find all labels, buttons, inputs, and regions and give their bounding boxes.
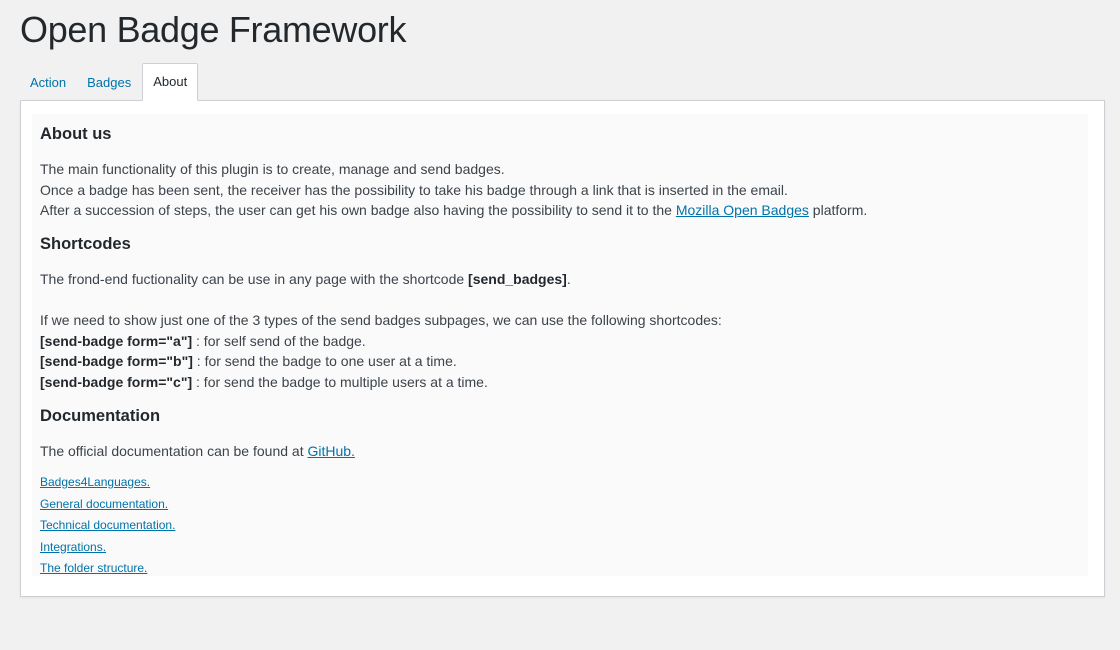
shortcode-desc: : for send the badge to one user at a ti… <box>192 353 457 369</box>
about-panel: About us The main functionality of this … <box>20 100 1105 597</box>
shortcode-send-badges: [send_badges] <box>468 271 567 287</box>
folder-structure-link[interactable]: The folder structure. <box>40 558 440 580</box>
shortcodes-list-intro: If we need to show just one of the 3 typ… <box>40 312 722 328</box>
about-us-text: The main functionality of this plugin is… <box>40 159 1080 221</box>
tab-badges[interactable]: Badges <box>77 65 141 101</box>
page: Open Badge Framework Action Badges About… <box>0 0 1120 650</box>
shortcodes-list: If we need to show just one of the 3 typ… <box>40 310 1080 392</box>
tab-about[interactable]: About <box>142 63 199 101</box>
about-line-3: After a succession of steps, the user ca… <box>40 200 1080 221</box>
about-line-3-text: After a succession of steps, the user ca… <box>40 202 676 218</box>
tab-action[interactable]: Action <box>20 65 76 101</box>
technical-documentation-link[interactable]: Technical documentation. <box>40 515 440 537</box>
about-content: About us The main functionality of this … <box>32 114 1088 576</box>
shortcode-code: [send-badge form="b"] <box>40 353 193 369</box>
shortcode-item: [send-badge form="a"] : for self send of… <box>40 331 1080 352</box>
documentation-intro: The official documentation can be found … <box>40 441 1080 462</box>
mozilla-open-badges-link[interactable]: Mozilla Open Badges <box>676 202 809 218</box>
shortcode-item: [send-badge form="c"] : for send the bad… <box>40 372 1080 393</box>
tab-bar: Action Badges About <box>20 63 199 101</box>
documentation-intro-text: The official documentation can be found … <box>40 443 308 459</box>
documentation-heading: Documentation <box>40 407 161 425</box>
badges4languages-link[interactable]: Badges4Languages. <box>40 472 440 494</box>
about-us-heading: About us <box>40 125 112 143</box>
shortcode-desc: : for send the badge to multiple users a… <box>192 373 488 390</box>
about-line-1: The main functionality of this plugin is… <box>40 161 505 177</box>
page-title: Open Badge Framework <box>20 9 407 50</box>
shortcodes-text: The frond-end fuctionality can be use in… <box>40 269 1080 290</box>
shortcode-code: [send-badge form="a"] <box>40 332 193 349</box>
shortcode-desc: : for self send of the badge. <box>192 332 366 349</box>
shortcode-code: [send-badge form="c"] <box>40 373 193 390</box>
shortcodes-heading: Shortcodes <box>40 235 131 253</box>
about-line-2: Once a badge has been sent, the receiver… <box>40 181 788 198</box>
shortcodes-intro-tail: . <box>566 271 571 287</box>
shortcodes-intro-text: The frond-end fuctionality can be use in… <box>40 271 469 287</box>
general-documentation-link[interactable]: General documentation. <box>40 494 440 516</box>
documentation-text: The official documentation can be found … <box>40 441 1080 462</box>
integrations-link[interactable]: Integrations. <box>40 537 440 559</box>
shortcodes-intro: The frond-end fuctionality can be use in… <box>40 269 1080 290</box>
documentation-links: Badges4Languages. General documentation.… <box>40 472 440 580</box>
about-line-3-tail: platform. <box>808 202 868 218</box>
github-link[interactable]: GitHub. <box>307 443 354 459</box>
shortcode-item: [send-badge form="b"] : for send the bad… <box>40 351 1080 372</box>
